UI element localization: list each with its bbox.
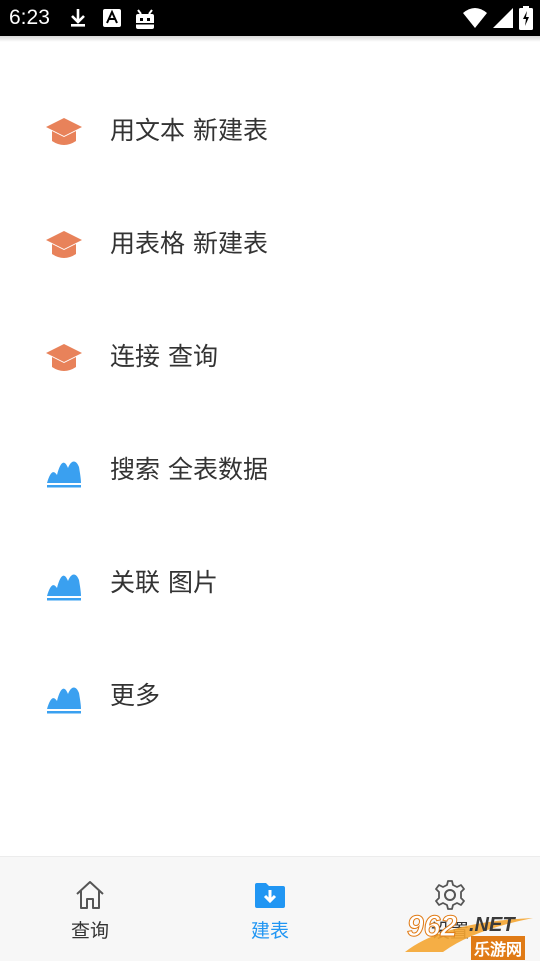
home-icon (76, 881, 104, 909)
menu-item-label: 关联 图片 (110, 568, 218, 597)
menu-item-sheet-new-table[interactable]: 用表格 新建表 (0, 188, 540, 301)
tab-build-table-label: 建表 (250, 920, 289, 942)
wifi-icon (463, 8, 487, 28)
mountain-icon (47, 461, 81, 488)
status-time: 6:23 (9, 6, 50, 29)
mountain-icon (47, 574, 81, 601)
tab-query-label: 查询 (70, 920, 109, 942)
watermark-logo: 962 .NET 乐游网 (403, 910, 537, 960)
status-bar: 6:23 (0, 0, 540, 36)
signal-icon (493, 8, 513, 28)
android-app-icon (136, 9, 154, 29)
tab-build-table[interactable]: 建表 (180, 857, 360, 961)
graduation-cap-icon (46, 118, 82, 145)
menu-list: 用文本 新建表 用表格 新建表 连接 查询 搜索 全表数据 关联 图片 更多 (0, 75, 540, 753)
gear-icon (435, 880, 465, 910)
watermark-brand: 962 (406, 910, 458, 944)
mountain-icon (47, 687, 81, 714)
menu-item-more[interactable]: 更多 (0, 640, 540, 753)
menu-item-label: 连接 查询 (110, 342, 218, 371)
menu-item-label: 用表格 新建表 (110, 229, 268, 258)
battery-icon (519, 6, 533, 30)
font-app-icon (103, 9, 121, 27)
graduation-cap-icon (46, 231, 82, 258)
watermark-suffix: .NET (469, 914, 515, 936)
header-shadow (0, 36, 540, 42)
graduation-cap-icon (46, 344, 82, 371)
menu-item-text-new-table[interactable]: 用文本 新建表 (0, 75, 540, 188)
menu-item-search-all[interactable]: 搜索 全表数据 (0, 414, 540, 527)
tab-query[interactable]: 查询 (0, 857, 180, 961)
menu-item-join-query[interactable]: 连接 查询 (0, 301, 540, 414)
watermark-sub: 乐游网 (471, 936, 526, 960)
menu-item-label: 更多 (110, 681, 161, 710)
menu-item-label: 搜索 全表数据 (110, 455, 268, 484)
menu-item-label: 用文本 新建表 (110, 116, 268, 145)
menu-item-link-images[interactable]: 关联 图片 (0, 527, 540, 640)
download-icon (71, 9, 85, 27)
folder-download-icon (255, 883, 285, 908)
